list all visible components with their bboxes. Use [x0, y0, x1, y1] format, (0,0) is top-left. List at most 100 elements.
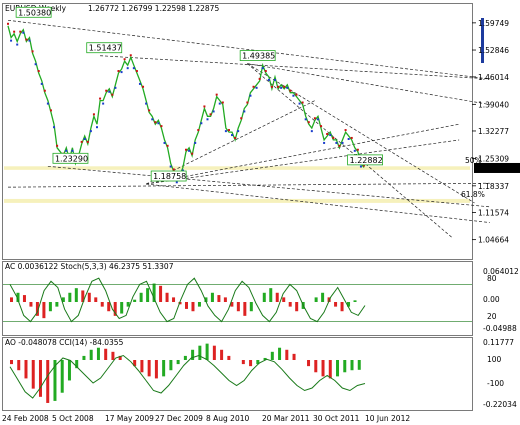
fractal-up-34 — [111, 93, 114, 96]
ao-bar-2 — [24, 360, 28, 379]
ac-bar-21 — [146, 288, 150, 302]
fractal-down-13 — [46, 102, 49, 105]
ao-bar-3 — [31, 360, 35, 389]
fractal-up-92 — [289, 89, 292, 92]
ac-bar-27 — [185, 302, 188, 309]
ac-bar-23 — [159, 285, 163, 302]
fractal-up-114 — [356, 148, 359, 151]
ac-bar-28 — [191, 302, 195, 312]
chart-window: EURUSD Weekly 1.26772 1.26799 1.22598 1.… — [0, 0, 520, 425]
fractal-down-83 — [261, 67, 264, 70]
ao-bar-20 — [154, 360, 158, 379]
fractal-label-2: 1.49385 — [242, 52, 275, 61]
fractal-down-101 — [316, 118, 319, 121]
osc2-ytick-1: 100 — [487, 355, 502, 364]
osc1-ytick-4: -0.04988 — [483, 324, 517, 333]
ao-bar-37 — [278, 347, 282, 360]
fractal-down-113 — [353, 149, 356, 152]
ytick-label-0: 1.59749 — [478, 19, 509, 28]
ao-bar-42 — [314, 360, 318, 373]
fractal-up-106 — [332, 136, 335, 139]
xtick-label-5: 20 Mar 2011 — [262, 414, 310, 423]
fractal-up-86 — [270, 85, 273, 88]
ao-bar-39 — [292, 353, 296, 360]
ao-bar-44 — [328, 360, 332, 379]
fractal-down-21 — [71, 149, 74, 152]
ac-bar-24 — [165, 292, 169, 302]
fractal-up-68 — [215, 93, 218, 96]
ao-bar-21 — [162, 360, 166, 377]
fractal-down-45 — [145, 102, 148, 105]
ac-bar-35 — [236, 302, 240, 312]
fractal-up-66 — [209, 113, 212, 116]
fractal-up-74 — [234, 136, 237, 139]
ytick-label-4: 1.32277 — [478, 127, 509, 136]
fractal-down-67 — [212, 110, 215, 113]
ao-bar-11 — [89, 349, 93, 360]
ac-bar-5 — [42, 302, 46, 319]
xtick-label-6: 30 Oct 2011 — [313, 414, 360, 423]
ao-bar-41 — [307, 360, 311, 367]
ac-bar-29 — [197, 302, 201, 307]
ao-bar-33 — [249, 360, 253, 367]
ytick-label-9: 1.04664 — [478, 236, 509, 245]
fractal-down-7 — [28, 39, 31, 42]
fractal-up-104 — [326, 133, 329, 135]
fractal-up-46 — [148, 109, 151, 112]
fractal-down-99 — [310, 130, 313, 133]
fractal-down-19 — [65, 149, 68, 152]
fractal-down-61 — [194, 141, 197, 144]
fractal-up-80 — [252, 85, 255, 88]
ao-bar-28 — [212, 345, 216, 360]
fractal-down-1 — [10, 39, 13, 42]
ac-bar-25 — [172, 297, 176, 302]
fractal-up-102 — [320, 125, 323, 128]
fractal-down-47 — [151, 118, 154, 121]
fractal-up-0 — [7, 22, 9, 25]
ao-bar-10 — [82, 355, 86, 360]
fib-label-1: 61.8% — [461, 190, 485, 199]
ao-bar-19 — [147, 360, 151, 377]
fractal-up-76 — [240, 117, 243, 120]
ytick-label-7: 1.18337 — [478, 182, 509, 191]
ac-bar-39 — [262, 292, 266, 302]
xtick-label-4: 8 Aug 2010 — [206, 414, 249, 423]
osc2-ytick-3: -0.22034 — [483, 400, 517, 409]
ac-bar-51 — [340, 302, 344, 312]
fractal-up-54 — [172, 168, 175, 171]
ac-bar-42 — [282, 297, 286, 302]
ao-bar-13 — [104, 348, 108, 360]
fractal-up-78 — [246, 101, 249, 104]
fractal-up-36 — [117, 70, 120, 73]
ytick-label-1: 1.52846 — [478, 46, 509, 55]
ac-bar-47 — [314, 297, 318, 302]
ao-bar-36 — [270, 351, 274, 360]
ao-bar-26 — [198, 345, 202, 360]
xtick-label-1: 5 Oct 2008 — [52, 414, 94, 423]
fractal-up-62 — [197, 129, 200, 132]
fractal-up-84 — [264, 70, 267, 73]
ac-bar-19 — [133, 299, 137, 302]
fractal-up-44 — [142, 85, 145, 88]
ao-bar-5 — [46, 360, 50, 403]
ao-bar-47 — [350, 360, 354, 371]
fractal-up-100 — [313, 117, 316, 120]
ytick-label-3: 1.39040 — [478, 100, 509, 109]
fractal-down-29 — [96, 126, 98, 129]
ac-bar-3 — [29, 302, 33, 307]
ac-bar-32 — [217, 295, 221, 302]
ao-bar-24 — [183, 355, 187, 360]
ac-bar-14 — [100, 302, 104, 307]
fractal-up-12 — [43, 89, 46, 92]
ao-bar-27 — [205, 343, 209, 360]
fractal-up-48 — [154, 121, 157, 124]
fractal-up-40 — [129, 54, 132, 57]
xtick-label-7: 10 Jun 2012 — [365, 414, 410, 423]
fractal-up-26 — [86, 140, 89, 143]
fractal-up-16 — [56, 144, 59, 147]
ao-bar-38 — [285, 349, 289, 360]
ac-bar-33 — [223, 297, 227, 302]
fractal-down-81 — [255, 86, 258, 89]
ao-bar-48 — [357, 360, 361, 370]
fractal-down-87 — [274, 78, 276, 81]
